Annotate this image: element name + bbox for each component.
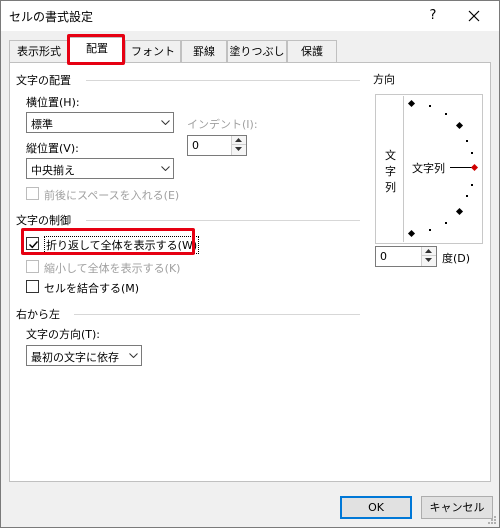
merge-cells-label: セルを結合する(M) bbox=[44, 282, 140, 295]
dial-dot bbox=[429, 105, 431, 107]
dial-marker bbox=[407, 229, 416, 238]
horizontal-select-value: 標準 bbox=[31, 118, 53, 131]
dial-dot bbox=[466, 140, 468, 142]
tab-number[interactable]: 表示形式 bbox=[9, 40, 69, 63]
chevron-down-icon bbox=[157, 113, 173, 132]
dial-marker bbox=[407, 99, 416, 108]
dial-dot bbox=[445, 222, 447, 224]
rtl-heading: 右から左 bbox=[16, 308, 60, 321]
text-alignment-heading: 文字の配置 bbox=[16, 74, 71, 87]
close-icon bbox=[468, 10, 480, 22]
text-direction-value: 最初の文字に依存 bbox=[31, 351, 119, 364]
text-direction-label: 文字の方向(T): bbox=[26, 328, 101, 341]
wrap-text-checkbox[interactable] bbox=[26, 237, 39, 250]
dial-marker bbox=[455, 207, 464, 216]
dial-pointer-line bbox=[450, 167, 472, 168]
vertical-text-char: 字 bbox=[385, 165, 396, 178]
vertical-label: 縦位置(V): bbox=[26, 142, 79, 155]
horizontal-label: 横位置(H): bbox=[26, 96, 80, 109]
cancel-button[interactable]: キャンセル bbox=[421, 496, 493, 519]
divider bbox=[86, 80, 360, 81]
alignment-panel: 文字の配置 横位置(H): 標準 インデント(I): 0 縦位置(V): 中央揃… bbox=[9, 62, 491, 482]
resize-grip-icon[interactable] bbox=[487, 515, 497, 525]
orientation-box: 文 字 列 文字列 bbox=[375, 94, 483, 244]
vertical-text-char: 列 bbox=[385, 181, 396, 194]
chevron-down-icon bbox=[157, 159, 173, 178]
degrees-label: 度(D) bbox=[442, 252, 471, 265]
indent-spinner[interactable]: 0 bbox=[187, 135, 247, 156]
tab-fill[interactable]: 塗りつぶし bbox=[227, 40, 287, 63]
text-direction-select[interactable]: 最初の文字に依存 bbox=[26, 345, 142, 366]
justify-distributed-label: 前後にスペースを入れる(E) bbox=[44, 189, 180, 202]
justify-distributed-checkbox[interactable] bbox=[26, 187, 39, 200]
dial-dot bbox=[445, 113, 447, 115]
indent-label: インデント(I): bbox=[187, 118, 258, 131]
divider bbox=[74, 314, 360, 315]
text-control-heading: 文字の制御 bbox=[16, 214, 71, 227]
ok-button[interactable]: OK bbox=[340, 496, 412, 519]
spin-up-button[interactable] bbox=[232, 136, 246, 145]
vertical-select[interactable]: 中央揃え bbox=[26, 158, 174, 179]
tab-strip: 表示形式 配置 フォント 罫線 塗りつぶし 保護 bbox=[9, 37, 489, 64]
divider bbox=[86, 220, 360, 221]
format-cells-dialog: セルの書式設定 ? 表示形式 配置 フォント 罫線 塗りつぶし 保護 文字の配置… bbox=[0, 0, 500, 528]
spinner-buttons bbox=[231, 136, 246, 155]
spinner-buttons bbox=[421, 247, 436, 266]
title-bar: セルの書式設定 ? bbox=[1, 1, 499, 31]
vertical-select-value: 中央揃え bbox=[31, 164, 75, 177]
help-button[interactable]: ? bbox=[423, 6, 443, 26]
spin-down-button[interactable] bbox=[422, 256, 436, 265]
dial-dot bbox=[471, 152, 473, 154]
dial-marker bbox=[455, 121, 464, 130]
spin-up-button[interactable] bbox=[422, 247, 436, 256]
tab-protection[interactable]: 保護 bbox=[287, 40, 337, 63]
degrees-spinner[interactable]: 0 bbox=[375, 246, 437, 267]
horizontal-select[interactable]: 標準 bbox=[26, 112, 174, 133]
orientation-heading: 方向 bbox=[373, 73, 395, 86]
dial-dot bbox=[471, 184, 473, 186]
shrink-to-fit-label: 縮小して全体を表示する(K) bbox=[44, 262, 181, 275]
merge-cells-checkbox[interactable] bbox=[26, 280, 39, 293]
degrees-value: 0 bbox=[380, 250, 387, 263]
vertical-text-char: 文 bbox=[385, 149, 396, 162]
dial-pointer-marker bbox=[470, 163, 479, 172]
tab-border[interactable]: 罫線 bbox=[181, 40, 227, 63]
checkmark-icon bbox=[29, 241, 39, 249]
tab-font[interactable]: フォント bbox=[125, 40, 181, 63]
indent-value: 0 bbox=[192, 139, 199, 152]
dial-dot bbox=[429, 229, 431, 231]
chevron-down-icon bbox=[125, 346, 141, 365]
shrink-to-fit-checkbox[interactable] bbox=[26, 260, 39, 273]
dial-dot bbox=[466, 195, 468, 197]
close-button[interactable] bbox=[461, 4, 487, 28]
dial-text: 文字列 bbox=[412, 162, 445, 175]
orientation-dial[interactable]: 文字列 bbox=[405, 96, 482, 242]
wrap-text-label: 折り返して全体を表示する(W) bbox=[44, 236, 200, 254]
spin-down-button[interactable] bbox=[232, 145, 246, 154]
vertical-text-button[interactable]: 文 字 列 bbox=[377, 96, 404, 242]
tab-alignment[interactable]: 配置 bbox=[69, 37, 125, 64]
dialog-title: セルの書式設定 bbox=[9, 10, 94, 24]
